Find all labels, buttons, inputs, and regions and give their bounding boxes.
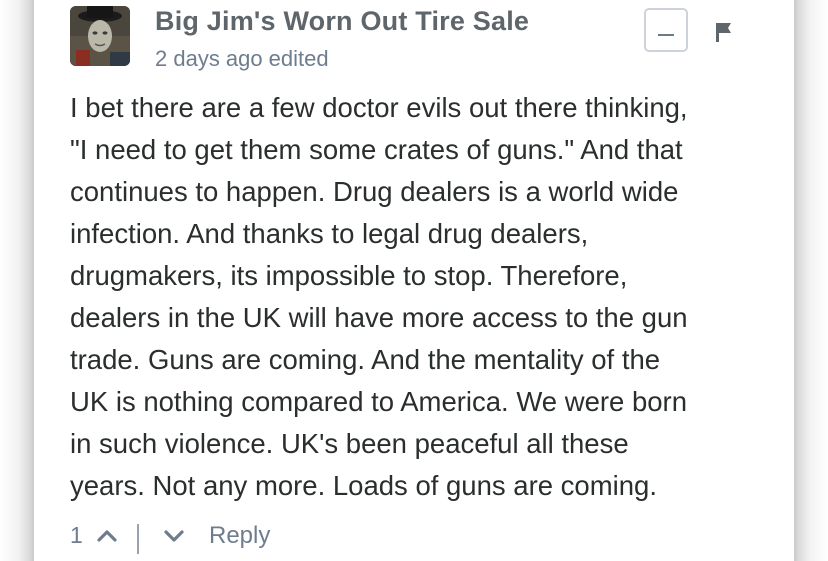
page: Big Jim's Worn Out Tire Sale 2 days ago e… bbox=[0, 0, 828, 561]
vote-divider bbox=[137, 524, 139, 554]
left-shadow bbox=[0, 0, 34, 561]
flag-icon[interactable] bbox=[714, 21, 734, 43]
chevron-down-icon[interactable] bbox=[163, 528, 185, 544]
upvote-count: 1 bbox=[70, 522, 83, 548]
author-name[interactable]: Big Jim's Worn Out Tire Sale bbox=[155, 6, 529, 37]
edited-label: edited bbox=[268, 46, 329, 71]
collapse-button[interactable] bbox=[644, 8, 688, 52]
comment-line: dealers in the UK will have more access … bbox=[70, 302, 688, 333]
comment-footer: 1 Reply bbox=[70, 518, 370, 558]
comment-line: continues to happen. Drug dealers is a w… bbox=[70, 176, 679, 207]
comment-body: I bet there are a few doctor evils out t… bbox=[70, 87, 770, 507]
chevron-up-icon[interactable] bbox=[96, 527, 118, 543]
comment-meta: 2 days ago edited bbox=[155, 46, 329, 72]
comment-line: UK is nothing compared to America. We we… bbox=[70, 386, 688, 417]
comment-line: in such violence. UK's been peaceful all… bbox=[70, 428, 629, 459]
comment-line: trade. Guns are coming. And the mentalit… bbox=[70, 344, 661, 375]
reply-button[interactable]: Reply bbox=[209, 522, 270, 550]
minus-icon bbox=[658, 34, 674, 36]
avatar-image bbox=[70, 6, 130, 66]
right-shadow bbox=[794, 0, 828, 561]
comment-line: infection. And thanks to legal drug deal… bbox=[70, 218, 589, 249]
timestamp[interactable]: 2 days ago bbox=[155, 46, 263, 71]
avatar[interactable] bbox=[70, 6, 130, 66]
comment-line: I bet there are a few doctor evils out t… bbox=[70, 92, 688, 123]
comment-line: years. Not any more. Loads of guns are c… bbox=[70, 470, 657, 501]
comment-card: Big Jim's Worn Out Tire Sale 2 days ago e… bbox=[34, 0, 794, 561]
comment-line: drugmakers, its impossible to stop. Ther… bbox=[70, 260, 628, 291]
comment-line: "I need to get them some crates of guns.… bbox=[70, 134, 683, 165]
